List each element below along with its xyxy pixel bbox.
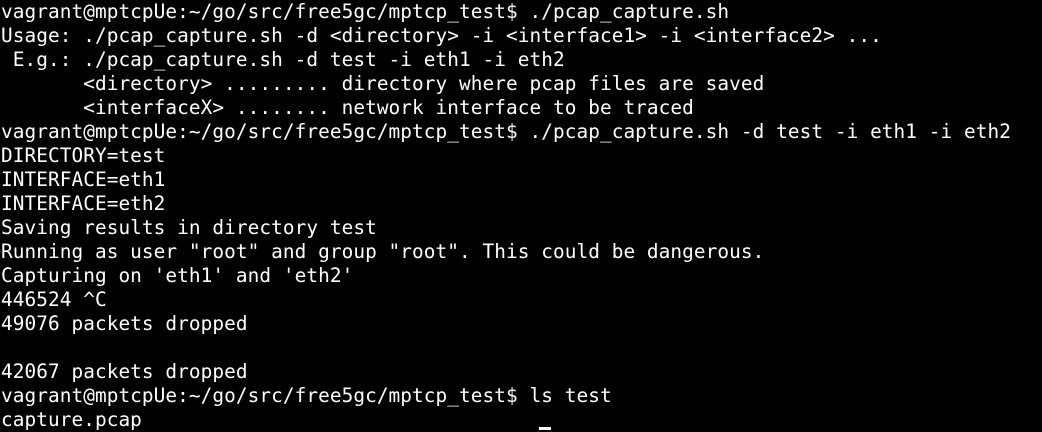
terminal-line-prompt-1: vagrant@mptcpUe:~/go/src/free5gc/mptcp_t… xyxy=(1,0,730,23)
terminal-line-prompt-2: vagrant@mptcpUe:~/go/src/free5gc/mptcp_t… xyxy=(1,120,1011,143)
terminal-line-capturing: Capturing on 'eth1' and 'eth2' xyxy=(1,264,354,287)
terminal-line-prompt-3: vagrant@mptcpUe:~/go/src/free5gc/mptcp_t… xyxy=(1,384,612,407)
terminal-window[interactable]: vagrant@mptcpUe:~/go/src/free5gc/mptcp_t… xyxy=(0,0,1042,431)
terminal-line-usage: Usage: ./pcap_capture.sh -d <directory> … xyxy=(1,24,882,47)
terminal-line-packet-count: 446524 ^C xyxy=(1,288,107,311)
terminal-line-saving: Saving results in directory test xyxy=(1,216,377,239)
terminal-cursor xyxy=(539,427,551,430)
terminal-line-dropped-1: 49076 packets dropped xyxy=(1,312,248,335)
terminal-line-ls-output: capture.pcap xyxy=(1,408,142,431)
terminal-line-dropped-2: 42067 packets dropped xyxy=(1,360,248,383)
terminal-line-directory-help: <directory> ......... directory where pc… xyxy=(1,72,765,95)
terminal-line-interface-help: <interfaceX> ........ network interface … xyxy=(1,96,694,119)
terminal-line-directory: DIRECTORY=test xyxy=(1,144,166,167)
terminal-line-example: E.g.: ./pcap_capture.sh -d test -i eth1 … xyxy=(1,48,565,71)
terminal-line-warning: Running as user "root" and group "root".… xyxy=(1,240,765,263)
terminal-line-interface-2: INTERFACE=eth2 xyxy=(1,192,166,215)
terminal-line-interface-1: INTERFACE=eth1 xyxy=(1,168,166,191)
